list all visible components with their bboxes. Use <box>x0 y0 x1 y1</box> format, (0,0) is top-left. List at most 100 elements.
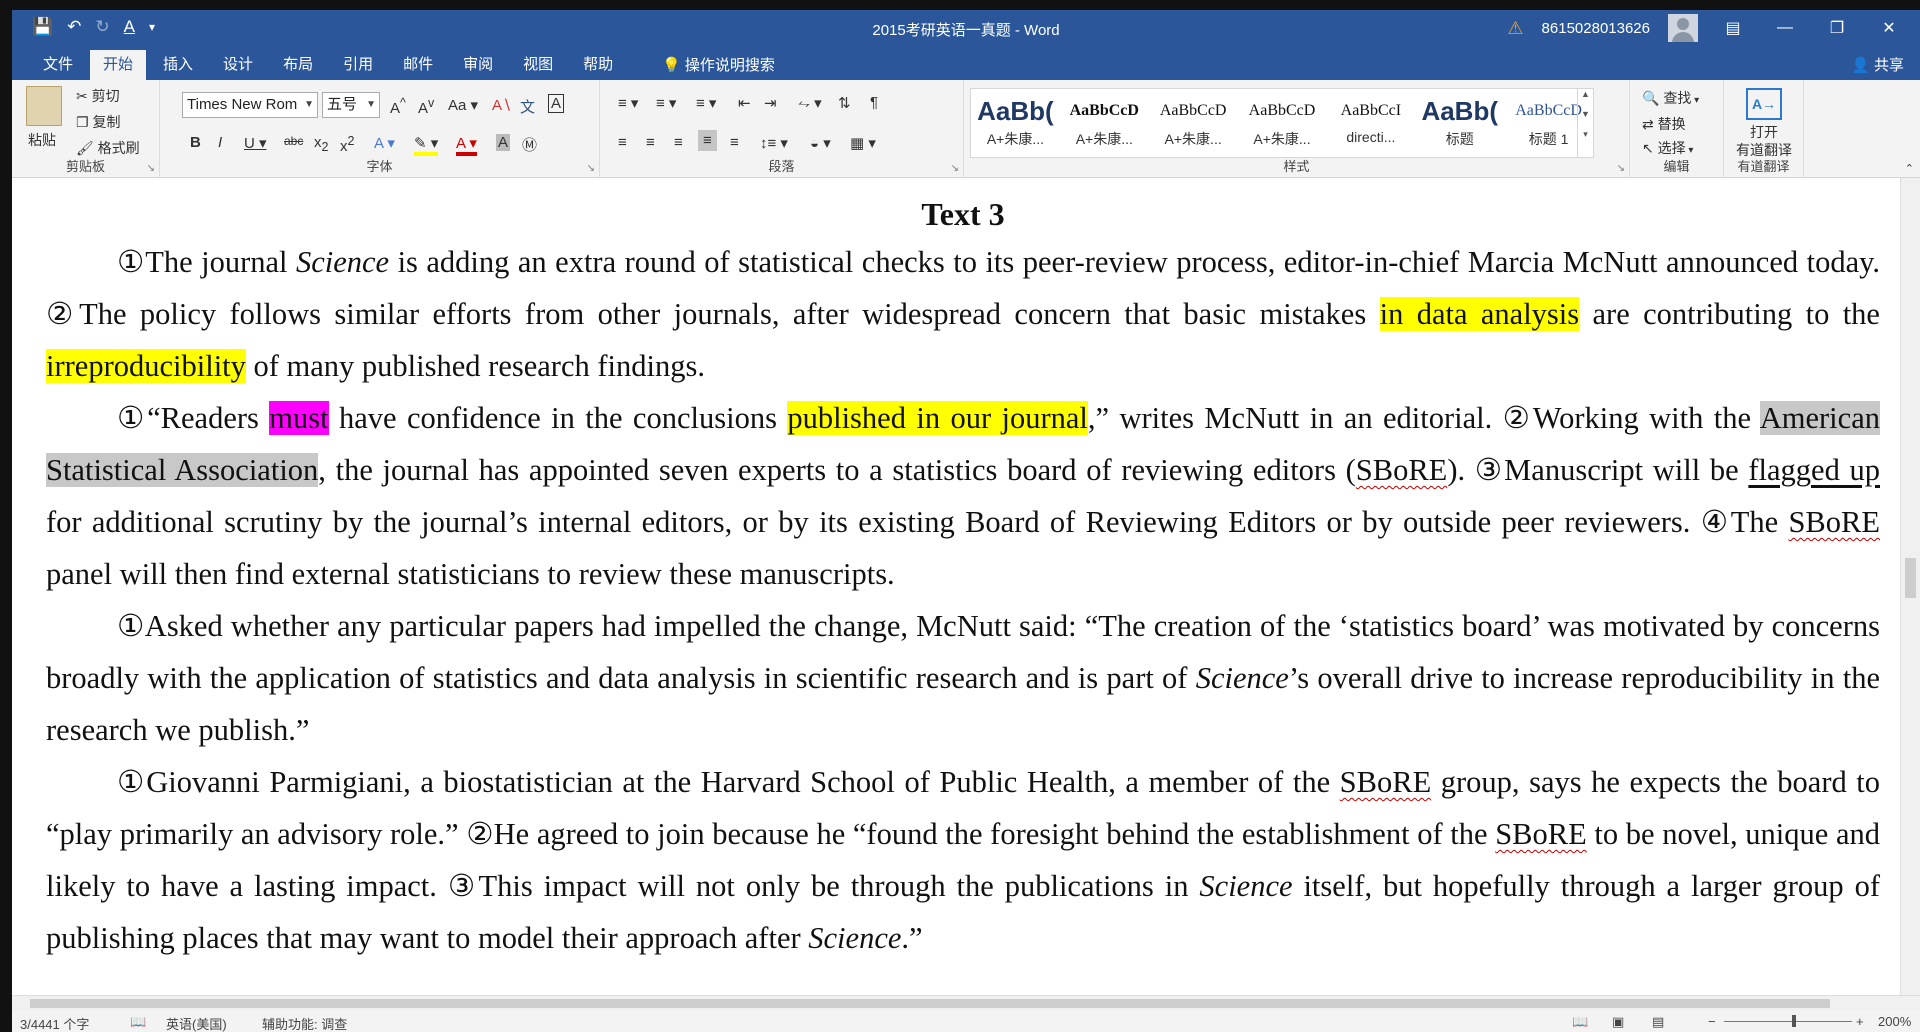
save-icon[interactable]: 💾 <box>32 16 53 38</box>
zoom-slider[interactable] <box>1724 1021 1852 1022</box>
style-item[interactable]: AaBbCcD A+朱康... <box>1060 89 1149 157</box>
subscript-icon[interactable]: x2 <box>314 134 328 154</box>
close-icon[interactable]: ✕ <box>1872 18 1906 38</box>
paste-icon[interactable] <box>26 86 62 126</box>
chinese-layout-icon[interactable]: ⥊ ▾ <box>798 94 822 112</box>
font-color-icon[interactable]: A <box>124 16 135 38</box>
paragraph-3[interactable]: ①Asked whether any particular papers had… <box>46 600 1880 756</box>
bullets-icon[interactable]: ≡ ▾ <box>618 94 638 112</box>
bold-icon[interactable]: B <box>190 134 201 151</box>
italic-icon[interactable]: I <box>218 134 222 151</box>
copy-button[interactable]: ❐ 复制 <box>76 112 120 132</box>
zoom-level[interactable]: 200% <box>1878 1014 1911 1029</box>
clipboard-launcher-icon[interactable]: ↘ <box>147 163 155 174</box>
tab-file[interactable]: 文件 <box>30 50 86 80</box>
paragraph-launcher-icon[interactable]: ↘ <box>951 163 959 174</box>
select-button[interactable]: ↖ 选择 ▾ <box>1642 138 1693 158</box>
restore-icon[interactable]: ❐ <box>1820 18 1854 38</box>
align-center-icon[interactable]: ≡ <box>646 134 655 151</box>
tab-design[interactable]: 设计 <box>210 50 266 80</box>
style-item[interactable]: AaBb(A+朱康... <box>971 89 1060 157</box>
print-layout-icon[interactable]: ▣ <box>1612 1014 1624 1030</box>
paragraph-4[interactable]: ①Giovanni Parmigiani, a biostatistician … <box>46 756 1880 964</box>
borders-icon[interactable]: ▦ ▾ <box>850 134 876 152</box>
font-name-box[interactable]: Times New Rom ▼ <box>182 92 318 118</box>
font-color-icon[interactable]: A ▾ <box>456 134 477 156</box>
warning-icon[interactable]: ⚠ <box>1507 18 1523 39</box>
sort-icon[interactable]: ⇅ <box>838 94 851 112</box>
underline-icon[interactable]: U ▾ <box>244 134 267 152</box>
scroll-thumb[interactable] <box>1905 558 1916 598</box>
tab-references[interactable]: 引用 <box>330 50 386 80</box>
customize-icon[interactable]: ▾ <box>149 16 155 38</box>
distributed-icon[interactable]: ≡ <box>730 134 739 151</box>
tab-home[interactable]: 开始 <box>90 50 147 80</box>
clear-formatting-icon[interactable]: A∖ <box>492 96 512 114</box>
numbering-icon[interactable]: ≡ ▾ <box>656 94 676 112</box>
tab-insert[interactable]: 插入 <box>150 50 206 80</box>
accessibility-status[interactable]: 辅助功能: 调查 <box>262 1014 347 1032</box>
strikethrough-icon[interactable]: abc <box>284 134 303 148</box>
grow-font-icon[interactable]: A^ <box>390 96 406 117</box>
page[interactable]: Text 3 ①The journal Science is adding an… <box>46 178 1880 964</box>
format-painter-button[interactable]: 🖌 格式刷 <box>76 138 140 158</box>
shrink-font-icon[interactable]: Av <box>418 96 434 117</box>
multilevel-list-icon[interactable]: ≡ ▾ <box>696 94 716 112</box>
undo-icon[interactable]: ↶ <box>67 16 81 38</box>
character-shading-icon[interactable]: A <box>496 134 511 151</box>
proofing-icon[interactable]: 📖 <box>130 1014 146 1030</box>
translate-icon[interactable]: A→ <box>1746 88 1782 120</box>
show-marks-icon[interactable]: ¶ <box>870 94 878 111</box>
read-mode-icon[interactable]: 📖 <box>1572 1014 1588 1030</box>
styles-scroll[interactable]: ▲ ▼ ▾ <box>1577 89 1593 157</box>
document-area[interactable]: Text 3 ①The journal Science is adding an… <box>12 178 1900 995</box>
decrease-indent-icon[interactable]: ⇤ <box>738 94 751 112</box>
line-spacing-icon[interactable]: ↕≡ ▾ <box>760 134 788 152</box>
open-button[interactable]: 打开 <box>1750 122 1778 142</box>
style-item[interactable]: AaBbCcD A+朱康... <box>1149 89 1238 157</box>
paragraph-2[interactable]: ①“Readers must have confidence in the co… <box>46 392 1880 600</box>
shading-icon[interactable]: ◒ ▾ <box>810 134 831 152</box>
cut-button[interactable]: ✂ 剪切 <box>76 86 120 106</box>
tab-review[interactable]: 审阅 <box>450 50 506 80</box>
enclose-characters-icon[interactable]: Ⓜ <box>522 134 537 155</box>
character-border-icon[interactable]: A <box>548 94 565 113</box>
scroll-thumb[interactable] <box>30 999 1830 1008</box>
tell-me-search[interactable]: 💡 操作说明搜索 <box>662 54 775 75</box>
phonetic-guide-icon[interactable]: 文 <box>520 96 535 117</box>
style-item[interactable]: AaBbCcI directi... <box>1326 89 1415 157</box>
style-item[interactable]: AaBbCcD A+朱康... <box>1238 89 1327 157</box>
redo-icon[interactable]: ↻ <box>95 16 109 38</box>
ribbon-display-options-icon[interactable]: ▤ <box>1716 18 1750 38</box>
style-item[interactable]: AaBb(标题 <box>1415 89 1504 157</box>
collapse-ribbon-icon[interactable]: ⌃ <box>1905 162 1914 175</box>
avatar[interactable] <box>1668 14 1698 42</box>
change-case-icon[interactable]: Aa ▾ <box>448 96 478 114</box>
zoom-in-icon[interactable]: + <box>1856 1014 1864 1029</box>
minimize-icon[interactable]: — <box>1768 19 1802 37</box>
justify-icon[interactable]: ≡ <box>698 130 717 151</box>
tab-mailings[interactable]: 邮件 <box>390 50 446 80</box>
zoom-thumb[interactable] <box>1792 1015 1796 1027</box>
styles-launcher-icon[interactable]: ↘ <box>1617 163 1625 174</box>
font-launcher-icon[interactable]: ↘ <box>587 163 595 174</box>
vertical-scrollbar[interactable] <box>1900 178 1920 995</box>
superscript-icon[interactable]: x2 <box>340 134 354 155</box>
tab-help[interactable]: 帮助 <box>570 50 626 80</box>
paragraph-1[interactable]: ①The journal Science is adding an extra … <box>46 236 1880 392</box>
web-layout-icon[interactable]: ▤ <box>1652 1014 1664 1030</box>
word-count[interactable]: 3/4441 个字 <box>20 1014 89 1032</box>
tab-view[interactable]: 视图 <box>510 50 566 80</box>
align-left-icon[interactable]: ≡ <box>618 134 627 151</box>
zoom-out-icon[interactable]: − <box>1708 1014 1716 1029</box>
align-right-icon[interactable]: ≡ <box>674 134 683 151</box>
account-name[interactable]: 8615028013626 <box>1542 20 1650 37</box>
language-status[interactable]: 英语(美国) <box>166 1014 227 1032</box>
horizontal-scrollbar[interactable] <box>12 995 1920 1011</box>
font-size-box[interactable]: 五号 ▼ <box>322 92 380 118</box>
find-button[interactable]: 🔍 查找 ▾ <box>1642 88 1699 108</box>
tab-layout[interactable]: 布局 <box>270 50 326 80</box>
highlight-icon[interactable]: ✎ ▾ <box>414 134 439 156</box>
text-effects-icon[interactable]: A ▾ <box>374 134 395 152</box>
share-button[interactable]: 👤 共享 <box>1851 54 1904 75</box>
